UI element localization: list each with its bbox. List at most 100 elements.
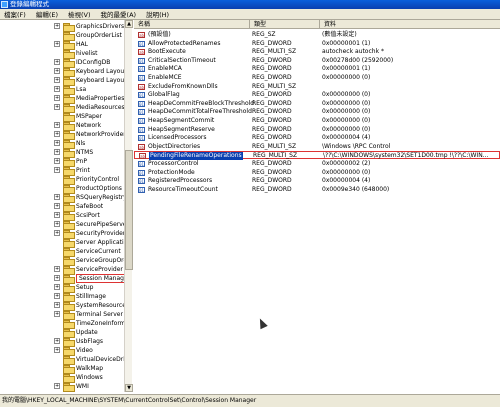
expand-icon[interactable]: +: [54, 122, 60, 128]
menu-help[interactable]: 說明(H): [143, 9, 172, 19]
expand-icon[interactable]: +: [54, 131, 60, 137]
tree-item[interactable]: + Keyboard Layout: [0, 67, 127, 77]
menu-file[interactable]: 檔案(F): [1, 9, 29, 19]
expand-icon[interactable]: +: [54, 59, 60, 65]
tree-item[interactable]: + Lsa: [0, 85, 124, 95]
tree-item[interactable]: + Keyboard Layouts: [0, 76, 130, 86]
tree-item[interactable]: + SafeBoot: [0, 202, 124, 212]
column-type[interactable]: 類型: [250, 20, 320, 29]
tree-item[interactable]: + WMI: [0, 382, 124, 392]
tree-item[interactable]: + MediaResources: [0, 103, 125, 113]
expand-icon[interactable]: +: [54, 194, 60, 200]
menu-view[interactable]: 檢視(V): [65, 9, 94, 19]
column-data[interactable]: 資料: [320, 20, 500, 29]
expand-icon[interactable]: +: [54, 167, 60, 173]
value-row[interactable]: 01 HeapSegmentCommit REG_DWORD 0x00000000 (…: [134, 117, 500, 125]
expand-icon[interactable]: +: [54, 302, 60, 308]
tree-item[interactable]: ServiceGroupOrder: [0, 256, 130, 266]
tree-item[interactable]: + SystemResources: [0, 301, 129, 311]
tree-item[interactable]: + UsbFlags: [0, 337, 124, 347]
value-row[interactable]: 01 ProcessorControl REG_DWORD 0x00000002 (2…: [134, 160, 500, 168]
tree-item[interactable]: + Session Manager: [0, 274, 130, 284]
expand-icon[interactable]: +: [54, 293, 60, 299]
scroll-down-icon[interactable]: ▼: [125, 384, 133, 392]
tree-item[interactable]: WalkMap: [0, 364, 124, 374]
tree-item[interactable]: + Print: [0, 166, 124, 176]
tree-item[interactable]: + SecurePipeServers: [0, 220, 130, 230]
value-row[interactable]: 01 HeapSegmentReserve REG_DWORD 0x00000000 …: [134, 126, 500, 134]
value-row[interactable]: 01 ProtectionMode REG_DWORD 0x00000000 (0): [134, 169, 500, 177]
tree-item[interactable]: VirtualDeviceDrive: [0, 355, 130, 365]
tree-item[interactable]: + GraphicsDrivers: [0, 22, 124, 32]
tree-item[interactable]: + Nls: [0, 139, 124, 149]
value-row[interactable]: ab ExcludeFromKnownDlls REG_MULTI_SZ: [134, 83, 500, 91]
expand-icon[interactable]: +: [54, 41, 60, 47]
tree-item[interactable]: TimeZoneInformation: [0, 319, 130, 329]
registry-tree[interactable]: + GraphicsDrivers GroupOrderList + HAL hiveli…: [0, 20, 132, 392]
expand-icon[interactable]: +: [54, 347, 60, 353]
value-row[interactable]: 01 EnableMCA REG_DWORD 0x00000001 (1): [134, 65, 500, 73]
tree-item[interactable]: ProductOptions: [0, 184, 124, 194]
expand-icon[interactable]: +: [54, 77, 60, 83]
value-row[interactable]: ab BootExecute REG_MULTI_SZ autocheck autoc…: [134, 48, 500, 56]
expand-icon[interactable]: +: [54, 158, 60, 164]
tree-scrollbar[interactable]: ▲ ▼: [124, 20, 133, 392]
tree-item[interactable]: hivelist: [0, 49, 124, 59]
column-name[interactable]: 名稱: [134, 20, 250, 29]
expand-icon[interactable]: +: [54, 23, 60, 29]
tree-item[interactable]: + Network: [0, 121, 124, 131]
expand-icon[interactable]: +: [54, 95, 60, 101]
expand-icon[interactable]: +: [54, 221, 60, 227]
expand-icon[interactable]: +: [54, 86, 60, 92]
tree-item[interactable]: Server Applications: [0, 238, 130, 248]
tree-item[interactable]: + NTMS: [0, 148, 124, 158]
tree-item[interactable]: MSPaper: [0, 112, 124, 122]
tree-item[interactable]: + NetworkProvider: [0, 130, 126, 140]
tree-item[interactable]: ServiceCurrent: [0, 247, 124, 257]
value-row[interactable]: 01 CriticalSectionTimeout REG_DWORD 0x00278…: [134, 57, 500, 65]
tree-item[interactable]: + Setup: [0, 283, 124, 293]
tree-item[interactable]: + Video: [0, 346, 124, 356]
tree-item[interactable]: + Terminal Server: [0, 310, 124, 320]
value-row[interactable]: ab (預設值) REG_SZ (數值未設定): [134, 31, 500, 39]
tree-item[interactable]: + StillImage: [0, 292, 124, 302]
expand-icon[interactable]: +: [54, 338, 60, 344]
tree-item[interactable]: + ScsiPort: [0, 211, 124, 221]
tree-item[interactable]: + RSQueryRegistryCt: [0, 193, 130, 203]
value-row[interactable]: 01 ResourceTimeoutCount REG_DWORD 0x0009e34…: [134, 186, 500, 194]
value-row[interactable]: 01 AllowProtectedRenames REG_DWORD 0x000000…: [134, 40, 500, 48]
value-row[interactable]: 01 EnableMCE REG_DWORD 0x00000000 (0): [134, 74, 500, 82]
expand-icon[interactable]: +: [54, 149, 60, 155]
expand-icon[interactable]: +: [54, 311, 60, 317]
tree-item[interactable]: PriorityControl: [0, 175, 124, 185]
value-row[interactable]: 01 GlobalFlag REG_DWORD 0x00000000 (0): [134, 91, 500, 99]
tree-item[interactable]: Update: [0, 328, 124, 338]
expand-icon[interactable]: +: [54, 284, 60, 290]
tree-item[interactable]: + SecurityProviders: [0, 229, 128, 239]
scroll-thumb[interactable]: [125, 150, 133, 270]
menu-edit[interactable]: 編輯(E): [33, 9, 61, 19]
expand-icon[interactable]: +: [54, 266, 60, 272]
tree-item[interactable]: + PnP: [0, 157, 124, 167]
value-row[interactable]: 01 HeapDeCommitFreeBlockThreshold REG_DWOR…: [134, 100, 500, 108]
value-row[interactable]: 01 LicensedProcessors REG_DWORD 0x00000004 …: [134, 134, 500, 142]
tree-item[interactable]: + MediaProperties: [0, 94, 124, 104]
tree-item[interactable]: Windows: [0, 373, 124, 383]
expand-icon[interactable]: +: [54, 230, 60, 236]
expand-icon[interactable]: +: [54, 203, 60, 209]
value-row[interactable]: 01 HeapDeCommitTotalFreeThreshold REG_DWOR…: [134, 108, 500, 116]
value-row[interactable]: 01 RegisteredProcessors REG_DWORD 0x0000000…: [134, 177, 500, 185]
expand-icon[interactable]: +: [54, 212, 60, 218]
expand-icon[interactable]: +: [54, 140, 60, 146]
tree-item[interactable]: GroupOrderList: [0, 31, 124, 41]
value-row[interactable]: ab PendingFileRenameOperations REG_MULTI_S…: [134, 151, 500, 161]
expand-icon[interactable]: +: [54, 275, 60, 281]
tree-item[interactable]: + HAL: [0, 40, 124, 50]
scroll-up-icon[interactable]: ▲: [125, 20, 133, 28]
tree-item[interactable]: + ServiceProvider: [0, 265, 124, 275]
expand-icon[interactable]: +: [54, 104, 60, 110]
value-row[interactable]: ab ObjectDirectories REG_MULTI_SZ \Windows …: [134, 143, 500, 151]
values-list[interactable]: 名稱 類型 資料 ab (預設值) REG_SZ (數值未設定) 01 AllowProt…: [134, 20, 500, 392]
menu-favorites[interactable]: 我的最愛(A): [98, 9, 140, 19]
tree-item[interactable]: + IDConfigDB: [0, 58, 124, 68]
